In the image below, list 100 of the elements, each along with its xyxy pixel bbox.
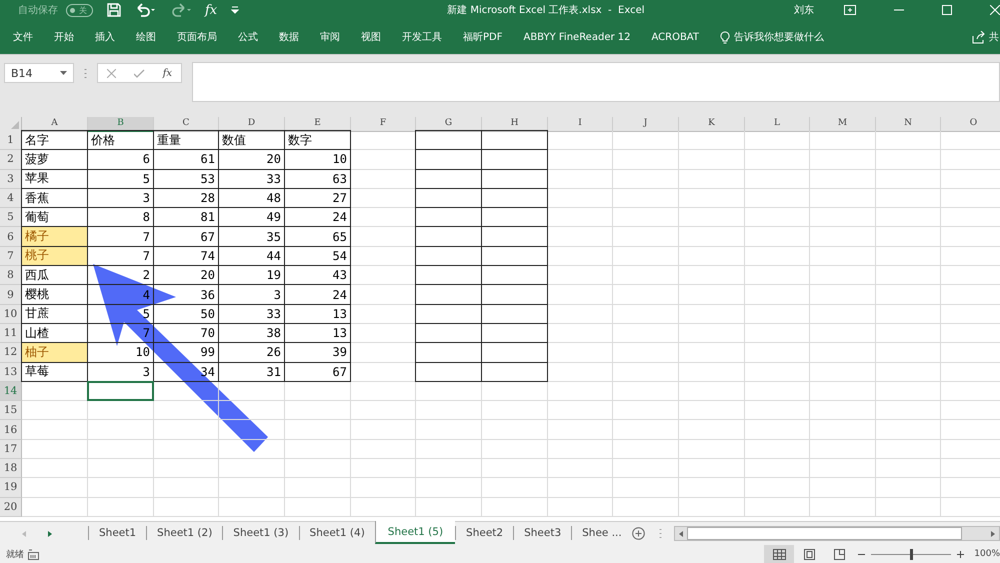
page-break-icon[interactable] [834, 548, 845, 560]
ribbon-tab[interactable]: 视图 [361, 30, 381, 44]
zoom-level[interactable]: 100% [974, 549, 1000, 559]
row-header[interactable]: 11 [0, 324, 22, 344]
sheet-tab[interactable]: Sheet1 (3) [222, 526, 299, 540]
table-cell [482, 440, 548, 460]
user-name[interactable]: 刘东 [794, 3, 814, 17]
zoom-slider-thumb[interactable] [910, 548, 914, 560]
undo-icon[interactable] [135, 3, 157, 17]
row-header[interactable]: 20 [0, 498, 22, 517]
table-cell [416, 498, 482, 517]
column-header[interactable]: G [416, 117, 482, 132]
row-header[interactable]: 15 [0, 401, 22, 420]
sheet-tab[interactable]: Sheet1 (2) [146, 526, 222, 540]
zoom-in-icon[interactable] [957, 550, 964, 558]
redo-icon[interactable] [171, 3, 193, 17]
maximize-icon[interactable] [942, 5, 952, 15]
save-icon[interactable] [107, 3, 121, 17]
table-cell [613, 401, 679, 420]
row-header[interactable]: 12 [0, 343, 22, 363]
row-header[interactable]: 18 [0, 459, 22, 478]
table-cell [679, 208, 745, 228]
sheet-tab[interactable]: Sheet3 [513, 526, 572, 540]
insert-function-button[interactable]: fx [205, 2, 218, 18]
column-header[interactable]: J [613, 117, 679, 132]
table-cell [679, 266, 745, 286]
column-header[interactable]: F [351, 117, 416, 132]
table-cell [745, 208, 810, 228]
scroll-right-icon[interactable] [991, 530, 995, 536]
scroll-right-icon[interactable] [48, 530, 52, 536]
row-header[interactable]: 4 [0, 188, 22, 208]
ribbon-tab[interactable]: 数据 [279, 30, 299, 44]
minimize-icon[interactable] [894, 9, 904, 11]
table-cell [613, 266, 679, 286]
row-header[interactable]: 13 [0, 362, 22, 382]
table-cell [285, 478, 351, 498]
ribbon-tab[interactable]: 页面布局 [177, 30, 217, 44]
status-text: 就绪 [6, 548, 24, 560]
ribbon-tab[interactable]: 绘图 [136, 30, 156, 44]
column-header[interactable]: K [679, 117, 745, 132]
column-header[interactable]: H [482, 117, 548, 132]
row-header[interactable]: 3 [0, 170, 22, 189]
row-header[interactable]: 7 [0, 246, 22, 266]
row-header[interactable]: 8 [0, 266, 22, 286]
row-header[interactable]: 19 [0, 478, 22, 498]
macro-record-icon[interactable] [28, 548, 39, 560]
table-cell [613, 170, 679, 189]
row-header[interactable]: 16 [0, 420, 22, 440]
ribbon-tab[interactable]: 文件 [13, 30, 33, 44]
column-header[interactable]: E [285, 117, 351, 132]
close-icon[interactable] [990, 5, 1000, 15]
row-header[interactable]: 9 [0, 285, 22, 305]
tell-me-field[interactable]: 告诉我你想要做什么 [734, 30, 824, 44]
share-icon[interactable] [972, 30, 986, 44]
row-header[interactable]: 17 [0, 440, 22, 460]
row-header[interactable]: 6 [0, 227, 22, 247]
sheet-tab[interactable]: Shee ... [571, 526, 632, 540]
row-header[interactable]: 10 [0, 304, 22, 324]
table-cell [613, 324, 679, 344]
name-box[interactable]: B14 [4, 63, 74, 83]
column-header[interactable]: N [876, 117, 941, 132]
row-header[interactable]: 2 [0, 150, 22, 170]
table-cell [22, 420, 88, 440]
formula-input[interactable] [192, 62, 1000, 102]
column-header[interactable]: I [548, 117, 613, 132]
ribbon-tab[interactable]: ABBYY FineReader 12 [523, 32, 630, 42]
table-cell [613, 188, 679, 208]
sheet-tab[interactable]: Sheet2 [455, 526, 514, 540]
ribbon-tab[interactable]: 审阅 [320, 30, 340, 44]
column-header[interactable]: A [22, 117, 88, 132]
column-header[interactable]: M [810, 117, 876, 132]
column-header[interactable]: L [745, 117, 810, 132]
column-header[interactable]: D [219, 117, 285, 132]
scroll-left-icon[interactable] [678, 530, 683, 536]
ribbon-tab[interactable]: 开始 [54, 30, 74, 44]
table-cell [482, 459, 548, 478]
ribbon-tab[interactable]: ACROBAT [651, 32, 699, 42]
normal-view-icon[interactable] [772, 548, 786, 560]
row-header[interactable]: 14 [0, 382, 22, 402]
insert-function-button[interactable]: fx [162, 68, 172, 78]
ribbon-tab[interactable]: 福昕PDF [463, 30, 502, 44]
ribbon-tab[interactable]: 开发工具 [402, 30, 442, 44]
sheet-tab[interactable]: Sheet1 [88, 526, 146, 540]
column-header[interactable]: B [88, 117, 154, 132]
add-sheet-icon[interactable] [632, 527, 645, 540]
zoom-out-icon[interactable] [858, 552, 866, 556]
share-button[interactable]: 共 [989, 30, 999, 44]
ribbon-tab[interactable]: 插入 [95, 30, 115, 44]
table-cell [548, 227, 613, 247]
row-header[interactable]: 5 [0, 208, 22, 228]
customize-icon[interactable] [231, 6, 240, 14]
column-header[interactable]: C [154, 117, 219, 132]
sheet-tab[interactable]: Sheet1 (5) [374, 521, 456, 544]
column-header[interactable]: O [941, 117, 1000, 132]
ribbon-display-icon[interactable] [844, 5, 856, 15]
page-layout-icon[interactable] [804, 548, 815, 560]
row-header[interactable]: 1 [0, 131, 22, 150]
horizontal-scrollbar[interactable] [674, 526, 1000, 541]
scrollbar-thumb[interactable] [686, 527, 962, 540]
ribbon-tab[interactable]: 公式 [238, 30, 258, 44]
